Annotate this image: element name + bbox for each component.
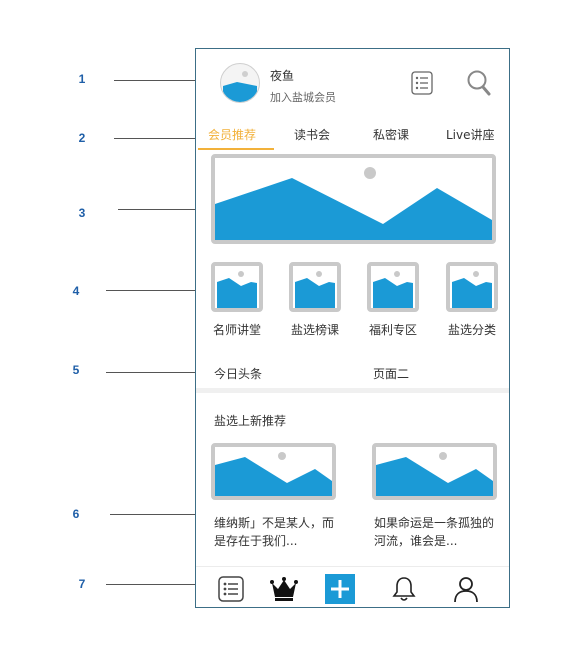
recommend-card-image-2[interactable]	[372, 443, 497, 500]
avatar-image-icon	[223, 71, 257, 102]
grid-label-famous-teacher[interactable]: 名师讲堂	[202, 321, 272, 338]
grid-image-1[interactable]	[211, 262, 263, 312]
banner-image-icon	[215, 167, 492, 240]
grid-label-ranking-course[interactable]: 盐选榜课	[280, 321, 350, 338]
image-placeholder-icon	[373, 271, 413, 308]
tab-live-lecture[interactable]: Live讲座	[446, 126, 495, 143]
tab-book-club[interactable]: 读书会	[294, 126, 330, 143]
tab-member-recommend[interactable]: 会员推荐	[208, 126, 256, 143]
recommend-section-title: 盐选上新推荐	[214, 414, 287, 428]
headline-link[interactable]: 今日头条	[214, 365, 262, 382]
recommend-card-text-2[interactable]: 如果命运是一条孤独的河流，谁会是...	[374, 514, 502, 550]
section-divider	[196, 388, 509, 393]
grid-image-3[interactable]	[367, 262, 419, 312]
phone-frame: 夜鱼 加入盐城会员 会员推荐 读书会 私密课 Live讲座 名师讲堂 盐选榜课 …	[195, 48, 510, 608]
callout-7: 7	[78, 577, 86, 591]
recommend-card-text-1[interactable]: 维纳斯」不是某人，而是存在于我们...	[214, 514, 342, 550]
grid-label-welfare-zone[interactable]: 福利专区	[358, 321, 428, 338]
callout-2: 2	[78, 131, 86, 145]
crown-icon[interactable]	[270, 575, 298, 603]
search-icon[interactable]	[466, 69, 492, 97]
avatar[interactable]	[220, 63, 260, 103]
join-membership-link[interactable]: 加入盐城会员	[270, 89, 336, 105]
callout-6: 6	[72, 507, 80, 521]
user-name: 夜鱼	[270, 69, 295, 83]
list-icon[interactable]	[217, 575, 245, 603]
bottom-navigation	[196, 566, 509, 607]
user-icon[interactable]	[452, 575, 480, 603]
plus-icon[interactable]	[325, 574, 355, 604]
banner-image[interactable]	[211, 154, 496, 244]
grid-image-2[interactable]	[289, 262, 341, 312]
callout-3: 3	[78, 206, 86, 220]
bell-icon[interactable]	[390, 575, 418, 603]
active-tab-indicator	[198, 148, 274, 150]
callout-4: 4	[72, 284, 80, 298]
image-placeholder-icon	[376, 452, 493, 496]
callout-1: 1	[78, 72, 86, 86]
image-placeholder-icon	[215, 452, 332, 496]
callout-5: 5	[72, 363, 80, 377]
recommend-card-image-1[interactable]	[211, 443, 336, 500]
image-placeholder-icon	[217, 271, 257, 308]
image-placeholder-icon	[452, 271, 492, 308]
tab-private-course[interactable]: 私密课	[373, 126, 409, 143]
grid-label-category[interactable]: 盐选分类	[437, 321, 507, 338]
image-placeholder-icon	[295, 271, 335, 308]
grid-image-4[interactable]	[446, 262, 498, 312]
page-two-link[interactable]: 页面二	[373, 365, 409, 382]
menu-list-icon[interactable]	[411, 71, 433, 95]
